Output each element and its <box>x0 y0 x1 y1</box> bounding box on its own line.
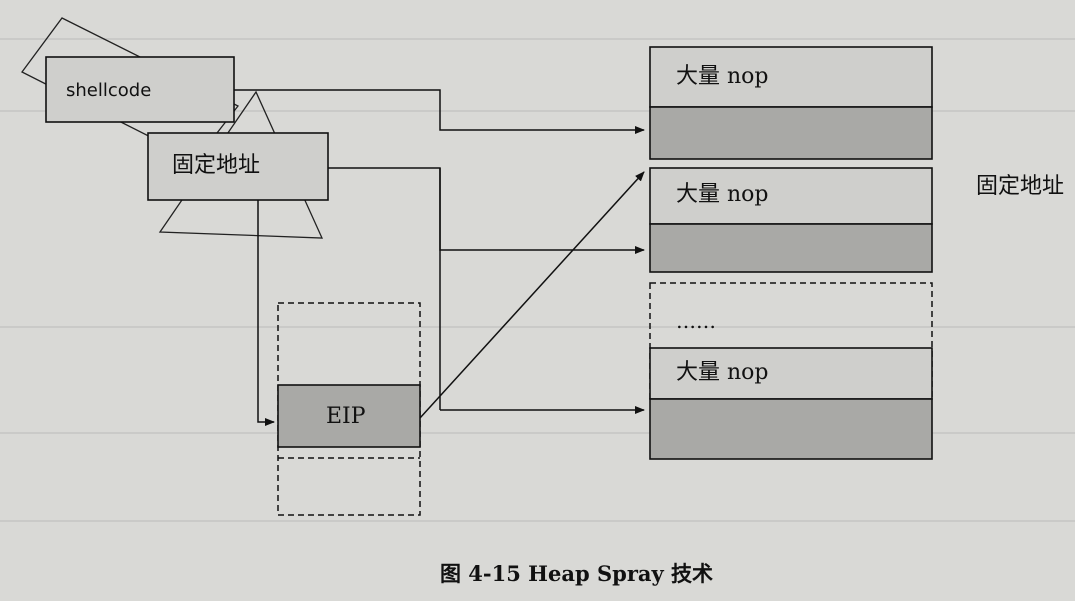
heap-block-n-label: 大量 nop <box>676 360 769 385</box>
arrow-fixed-address-to-heap <box>328 167 645 254</box>
heap-block-2-shellcode <box>649 223 933 273</box>
heap-block-1-label: 大量 nop <box>676 64 769 89</box>
page: { "figure": { "caption": "图 4-15 Heap Sp… <box>0 0 1075 601</box>
figure-caption: 图 4-15 Heap Spray 技术 <box>440 561 714 586</box>
fixed-address-label-left: 固定地址 <box>172 153 261 178</box>
eip-label: EIP <box>326 404 366 429</box>
shellcode-label: shellcode <box>66 80 152 101</box>
arrow-fixed-address-to-eip <box>257 200 275 426</box>
heap-block-2-label: 大量 nop <box>676 182 769 207</box>
heap-block-1-shellcode <box>649 106 933 160</box>
fixed-address-label-right: 固定地址 <box>976 174 1065 199</box>
arrow-shellcode-to-heap <box>234 89 645 134</box>
heap-block-n-shellcode <box>649 398 933 460</box>
arrow-eip-to-heap-address <box>419 171 645 419</box>
heap-spray-diagram <box>21 17 933 516</box>
heap-ellipsis-label: …… <box>676 309 716 333</box>
